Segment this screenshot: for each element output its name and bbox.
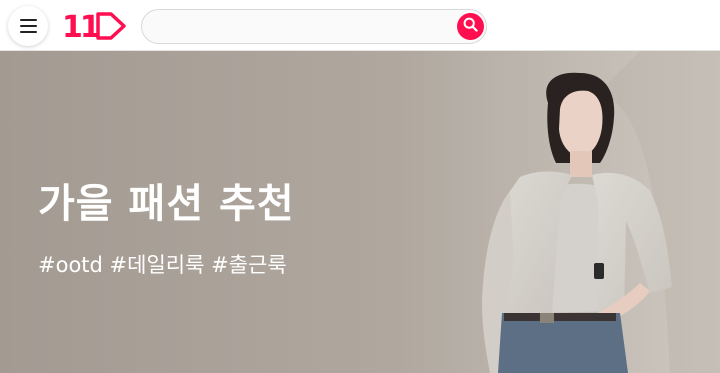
promo-banner[interactable]: 가을 패션 추천 #ootd #데일리룩 #출근룩 bbox=[0, 51, 720, 373]
banner-hashtags: #ootd #데일리룩 #출근룩 bbox=[38, 253, 287, 277]
logo[interactable]: 11 bbox=[61, 10, 127, 45]
menu-button[interactable] bbox=[8, 6, 48, 46]
banner-title: 가을 패션 추천 bbox=[38, 181, 295, 227]
search-input[interactable] bbox=[156, 10, 456, 43]
top-header: 11 bbox=[0, 0, 720, 51]
search-button[interactable] bbox=[457, 13, 484, 40]
svg-text:11: 11 bbox=[62, 10, 99, 42]
search-box bbox=[141, 9, 487, 44]
search-icon bbox=[463, 17, 478, 36]
hamburger-menu-icon bbox=[19, 19, 37, 33]
